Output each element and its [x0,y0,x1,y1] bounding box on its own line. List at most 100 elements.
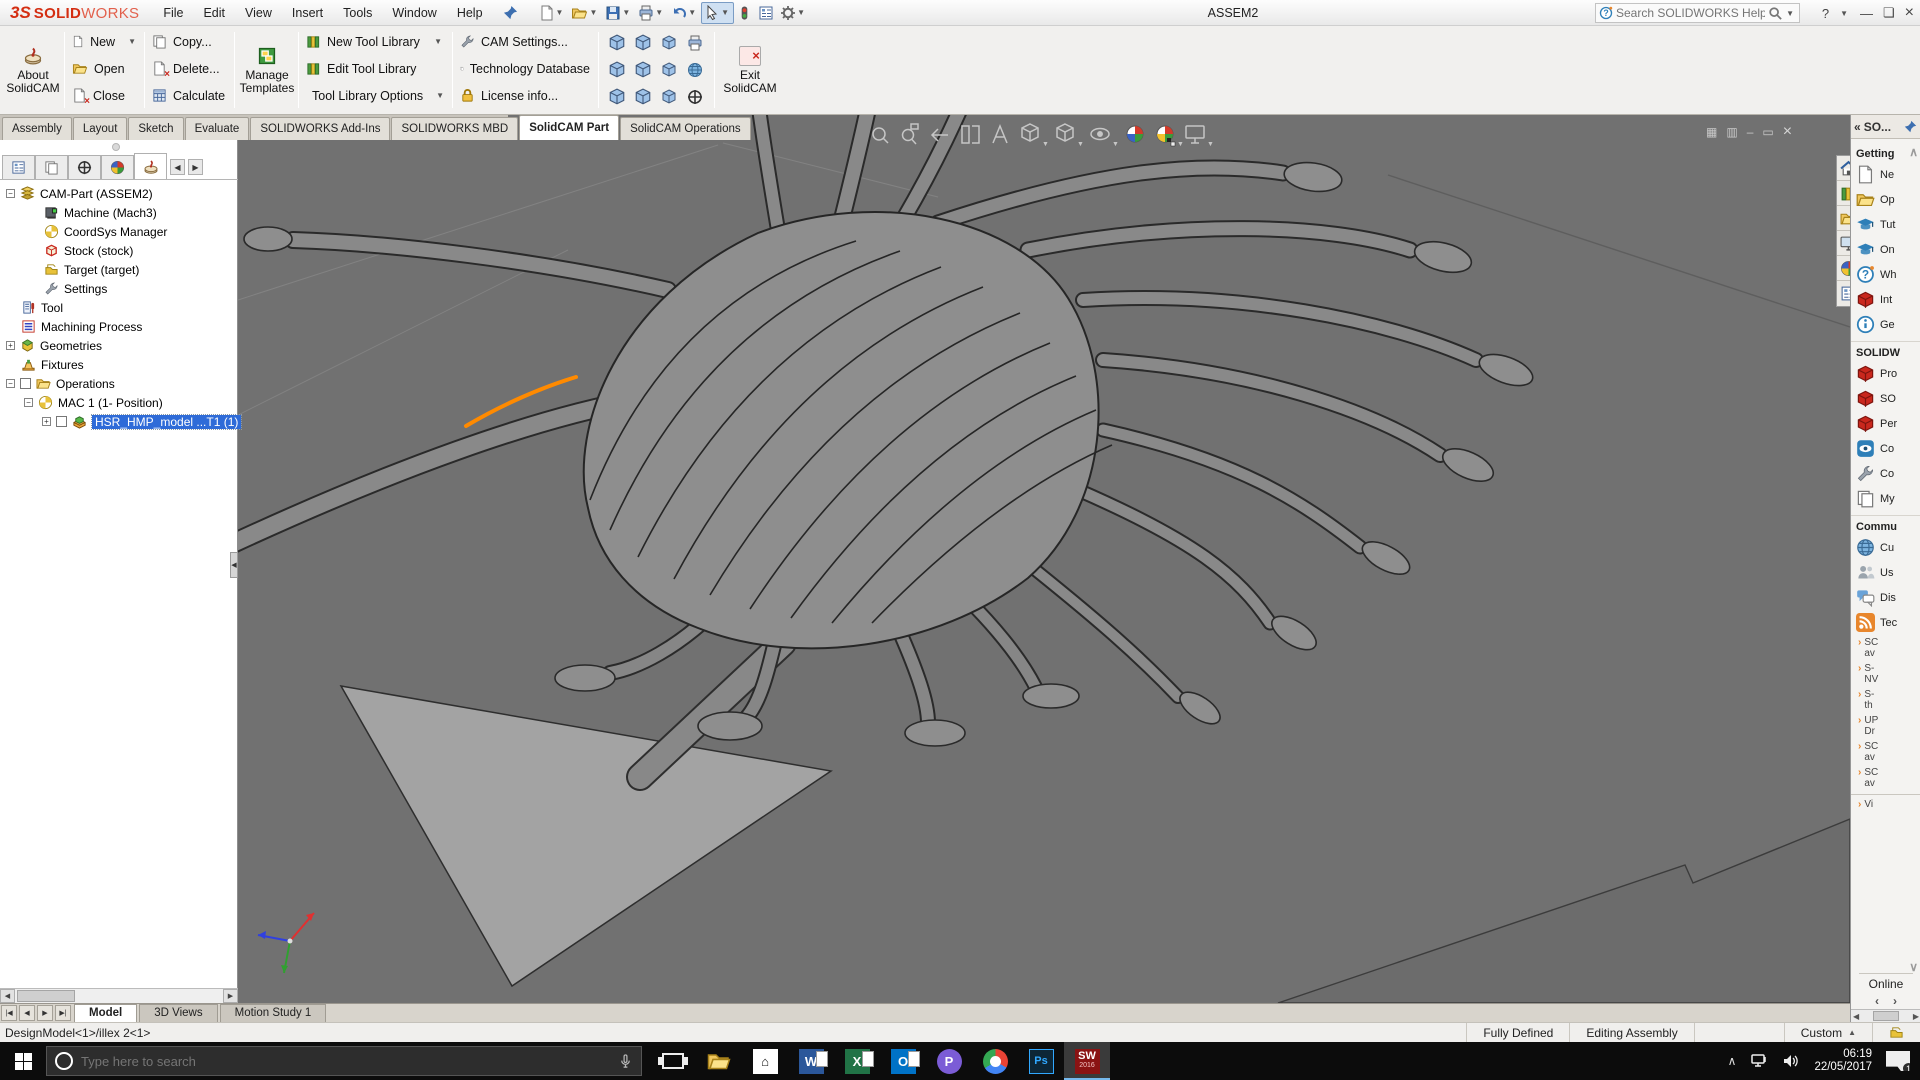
menu-help[interactable]: Help [447,0,493,26]
collapse-box[interactable]: − [24,398,33,407]
chevron-down-icon[interactable]: ▼ [688,8,696,17]
tab-solidworks-mbd[interactable]: SOLIDWORKS MBD [391,117,518,140]
settings-gear-button[interactable]: ▼ [777,2,810,24]
tab-feature-manager[interactable] [2,155,35,179]
doc-restore-icon[interactable]: ▭ [1762,125,1773,139]
chevron-down-icon[interactable]: ▼ [1786,9,1794,18]
menu-window[interactable]: Window [382,0,446,26]
news-link[interactable]: ›SCav [1851,739,1920,765]
pin-pane-icon[interactable] [1904,120,1917,133]
news-link[interactable]: ›UPDr [1851,713,1920,739]
view-cube-button[interactable] [608,88,626,106]
view-coordsys-button[interactable] [687,89,703,105]
hsr-checkbox[interactable] [56,416,67,427]
open-document-link[interactable]: Op [1851,187,1920,212]
view-cube-button[interactable] [661,35,677,51]
store-button[interactable]: ⌂ [742,1042,788,1080]
help-search-box[interactable]: ▼ [1595,3,1800,23]
view-cube-button[interactable] [608,61,626,79]
chevron-down-icon[interactable]: ▼ [589,8,597,17]
view-cube-button[interactable] [634,88,652,106]
tree-item-machining-process[interactable]: Machining Process [0,317,238,336]
chevron-down-icon[interactable]: ▼ [436,91,444,100]
cam-delete-button[interactable]: ×Delete... [148,55,232,82]
tree-item-coordsys-manager[interactable]: CoordSys Manager [0,222,238,241]
new-document-link[interactable]: Ne [1851,162,1920,187]
compare-documents-link[interactable]: Co [1851,436,1920,461]
panel-tab-scroll-left[interactable]: ◀ [170,159,185,175]
general-info-link[interactable]: Ge [1851,312,1920,337]
chevron-down-icon[interactable]: ▼ [655,8,663,17]
help-search-input[interactable] [1616,6,1765,20]
tree-item-target[interactable]: Target (target) [0,260,238,279]
view-shell-button[interactable] [687,62,703,78]
taskbar-clock[interactable]: 06:19 22/05/2017 [1814,1048,1872,1074]
tray-expand-icon[interactable]: ∧ [1728,1054,1737,1068]
cam-copy-button[interactable]: Copy... [148,28,232,55]
undo-button[interactable]: ▼ [668,2,701,24]
operations-checkbox[interactable] [20,378,31,389]
customer-portal-link[interactable]: Cu [1851,535,1920,560]
panel-grip-handle[interactable] [112,143,120,151]
copy-settings-wizard-link[interactable]: Co [1851,461,1920,486]
solidworks-taskbar-button[interactable]: SW 2016 [1064,1042,1110,1080]
tab-property-manager[interactable] [35,155,68,179]
tab-configuration-manager[interactable] [68,155,101,179]
discussion-forum-link[interactable]: Dis [1851,585,1920,610]
tab-solidcam-part[interactable]: SolidCAM Part [519,115,619,140]
pane-scroll-up-icon[interactable]: ∧ [1909,145,1918,159]
scroll-thumb[interactable] [17,990,75,1002]
restore-button[interactable]: ❏ [1883,5,1895,21]
tab-evaluate[interactable]: Evaluate [185,117,250,140]
tab-model[interactable]: Model [74,1004,137,1022]
news-link[interactable]: ›Vi [1851,794,1920,812]
task-pane-scrollbar[interactable]: ◀▶ [1851,1009,1920,1022]
tree-item-stock[interactable]: Stock (stock) [0,241,238,260]
taskbar-search-box[interactable] [46,1046,642,1076]
tree-item-geometries[interactable]: +Geometries [0,336,238,355]
news-link[interactable]: ›SCav [1851,635,1920,661]
chevron-down-icon[interactable]: ▼ [1840,9,1848,18]
technology-database-button[interactable]: Technology Database [456,55,594,82]
tab-solidworks-addins[interactable]: SOLIDWORKS Add-Ins [250,117,390,140]
panel-tab-scroll-right[interactable]: ▶ [188,159,203,175]
panel-horizontal-scrollbar[interactable]: ◀ ▶ [0,988,238,1003]
cam-new-button[interactable]: New▼ [68,28,142,55]
tree-item-machine[interactable]: Machine (Mach3) [0,203,238,222]
menu-tools[interactable]: Tools [333,0,382,26]
chevron-down-icon[interactable]: ▼ [721,8,729,17]
new-tool-library-button[interactable]: New Tool Library▼ [302,28,448,55]
introducing-solidworks-link[interactable]: Int [1851,287,1920,312]
property-tab-builder-link[interactable]: Pro [1851,361,1920,386]
news-link[interactable]: ›S-th [1851,687,1920,713]
tab-display-manager[interactable] [101,155,134,179]
collapse-box[interactable]: − [6,189,15,198]
menu-edit[interactable]: Edit [193,0,235,26]
tab-motion-study[interactable]: Motion Study 1 [220,1004,327,1022]
pin-menu-icon[interactable] [503,5,518,20]
first-tab-button[interactable]: |◀ [1,1005,17,1021]
photos-app-button[interactable]: P [926,1042,972,1080]
scroll-left-arrow[interactable]: ◀ [0,989,15,1003]
search-icon[interactable] [1768,6,1782,20]
action-center-icon[interactable]: 1 [1886,1051,1910,1071]
tree-item-tool[interactable]: Tool [0,298,238,317]
news-link[interactable]: ›S-NV [1851,661,1920,687]
my-products-link[interactable]: My [1851,486,1920,511]
view-cube-button[interactable] [661,89,677,105]
tool-library-options-button[interactable]: Tool Library Options▼ [302,82,448,109]
cam-settings-button[interactable]: CAM Settings... [456,28,594,55]
view-cube-button[interactable] [634,34,652,52]
last-tab-button[interactable]: ▶| [55,1005,71,1021]
performance-benchmark-link[interactable]: Per [1851,411,1920,436]
technical-alerts-link[interactable]: Tec [1851,610,1920,635]
doc-close-icon[interactable]: × [1783,123,1792,141]
tab-3d-views[interactable]: 3D Views [139,1004,217,1022]
task-view-button[interactable] [650,1042,696,1080]
tree-item-hsr-operation[interactable]: +HSR_HMP_model ...T1 (1) [0,412,238,431]
online-training-link[interactable]: On [1851,237,1920,262]
tree-item-operations[interactable]: −Operations [0,374,238,393]
tree-item-fixtures[interactable]: Fixtures [0,355,238,374]
license-info-button[interactable]: License info... [456,82,594,109]
help-button[interactable]: ? [1822,6,1829,21]
